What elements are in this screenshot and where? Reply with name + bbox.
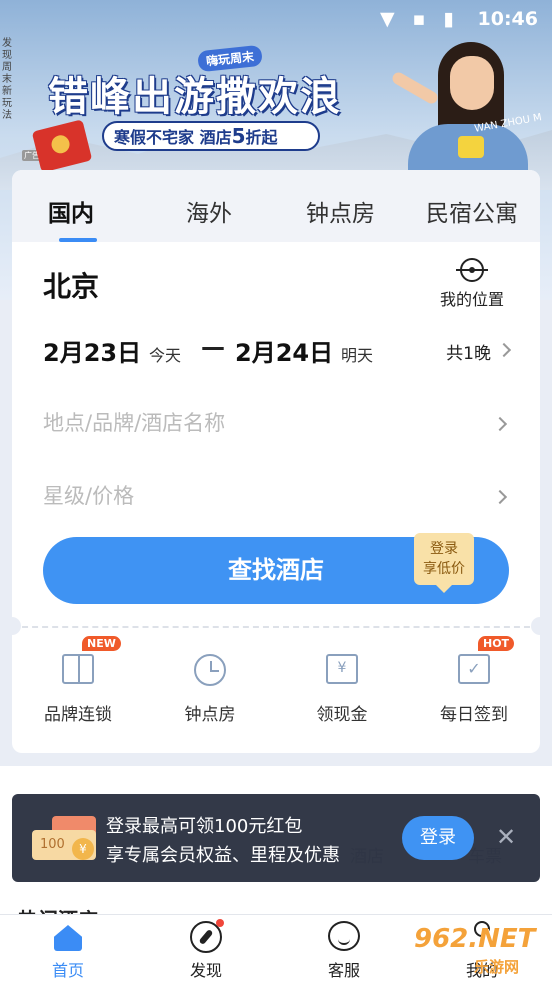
tab-homestay[interactable]: 民宿公寓	[426, 194, 518, 228]
tab-domestic[interactable]: 国内	[48, 194, 94, 228]
nav-home[interactable]: 首页	[28, 921, 108, 981]
login-discount-tag[interactable]: 登录 享低价	[414, 533, 474, 593]
promo-discount: 5	[231, 124, 246, 148]
quick-link-daily-checkin[interactable]: ✓ HOT 每日签到	[419, 636, 529, 725]
nav-service[interactable]: 客服	[304, 921, 384, 981]
keyword-input[interactable]: 地点/品牌/酒店名称	[43, 407, 509, 447]
hotel-search-card: 国内 海外 钟点房 民宿公寓 北京 我的位置 2月23日 今天 — 2月24日 …	[12, 170, 540, 753]
nights-count: 共1晚	[446, 344, 491, 364]
quick-link-label: 每日签到	[440, 705, 508, 725]
nav-discover[interactable]: 发现	[166, 919, 246, 981]
quick-link-label: 领现金	[316, 705, 368, 725]
locate-icon	[456, 258, 488, 282]
city-selector[interactable]: 北京	[43, 265, 99, 305]
star-price-filter[interactable]: 星级/价格	[43, 480, 509, 520]
banner-headline: 错峰出游撒欢浪	[48, 74, 342, 120]
hot-badge: HOT	[478, 636, 515, 651]
search-tabs: 国内 海外 钟点房 民宿公寓	[12, 170, 540, 242]
card-notch-left	[12, 617, 21, 635]
my-location-label: 我的位置	[439, 290, 504, 309]
compass-icon	[190, 919, 224, 953]
quick-link-cash[interactable]: ¥ 领现金	[287, 648, 397, 725]
toast-line2: 享专属会员权益、里程及优惠	[106, 845, 340, 866]
promo-text: 寒假不宅家 酒店	[114, 128, 232, 147]
tab-indicator	[59, 238, 97, 242]
chevron-right-icon	[496, 342, 512, 358]
home-icon	[52, 921, 84, 953]
nav-label: 发现	[189, 961, 222, 980]
toast-login-button[interactable]: 登录	[402, 816, 474, 860]
wallet-icon: ¥	[322, 648, 362, 688]
my-location-button[interactable]: 我的位置	[434, 258, 510, 310]
nav-label: 首页	[51, 961, 84, 980]
checkin-date: 2月23日	[43, 339, 142, 367]
login-promo-toast: 100 ¥ 登录最高可领100元红包 享专属会员权益、里程及优惠 登录 ✕	[12, 794, 540, 882]
watermark-logo: 962.NET 乐游网	[414, 924, 552, 978]
chevron-right-icon	[492, 489, 508, 505]
calendar-check-icon: ✓ HOT	[454, 636, 515, 688]
watermark-top: 962.NET	[414, 924, 536, 954]
chevron-right-icon	[492, 416, 508, 432]
quick-link-label: 品牌连锁	[44, 705, 112, 725]
login-tag-line1: 登录	[430, 541, 458, 557]
toast-line1: 登录最高可领100元红包	[106, 816, 303, 837]
banner-side-text: 发现周末新玩法	[2, 38, 12, 121]
notification-dot	[216, 919, 224, 927]
clock-icon	[190, 648, 230, 688]
keyword-placeholder: 地点/品牌/酒店名称	[43, 411, 226, 435]
status-bar: ▼ ▪ ▮ 10:46	[0, 0, 552, 40]
checkout-date: 2月24日	[235, 339, 334, 367]
new-badge: NEW	[82, 636, 121, 651]
banner-model-image	[390, 42, 528, 174]
tab-hourly[interactable]: 钟点房	[306, 194, 375, 228]
red-packet-icon: 100 ¥	[32, 816, 98, 860]
login-tag-line2: 享低价	[423, 561, 465, 577]
status-icons: ▼ ▪ ▮	[379, 8, 460, 30]
status-time: 10:46	[477, 8, 538, 30]
promo-suffix: 折起	[245, 128, 278, 147]
checkin-note: 今天	[149, 346, 182, 365]
star-price-placeholder: 星级/价格	[43, 484, 135, 508]
close-icon[interactable]: ✕	[496, 824, 516, 850]
quick-link-label: 钟点房	[184, 705, 236, 725]
nav-label: 客服	[327, 961, 360, 980]
watermark-bottom: 乐游网	[474, 958, 520, 976]
quick-link-brand-chain[interactable]: NEW 品牌连锁	[23, 636, 133, 725]
card-notch-right	[531, 617, 540, 635]
checkout-note: 明天	[341, 346, 374, 365]
tab-overseas[interactable]: 海外	[186, 194, 232, 228]
store-icon: NEW	[58, 636, 121, 688]
quick-link-hourly-room[interactable]: 钟点房	[155, 648, 265, 725]
chat-icon	[328, 921, 360, 953]
date-separator: —	[201, 333, 225, 361]
divider	[12, 626, 540, 628]
banner-promo: 寒假不宅家 酒店5折起	[102, 121, 320, 151]
date-selector[interactable]: 2月23日 今天 — 2月24日 明天 共1晚	[43, 333, 513, 369]
